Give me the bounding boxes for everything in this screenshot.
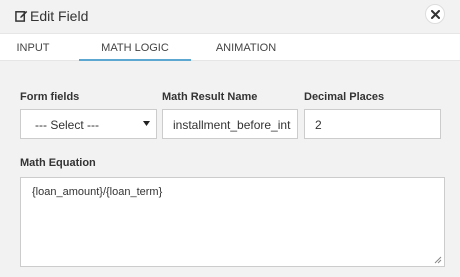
form-fields-label: Form fields [20,91,80,103]
form-fields-select[interactable]: --- Select --- [20,109,157,139]
tab-bar: INPUT MATH LOGIC ANIMATION [0,33,460,62]
close-button[interactable] [425,4,445,24]
tab-math-logic[interactable]: MATH LOGIC [79,34,191,62]
close-icon [431,10,440,19]
decimal-places-value: 2 [315,118,322,132]
result-name-value: installment_before_int [173,118,291,132]
tab-input[interactable]: INPUT [8,34,58,60]
decimal-places-input[interactable]: 2 [304,109,441,139]
resize-grip-icon[interactable] [434,256,442,264]
math-equation-textarea[interactable]: {loan_amount}/{loan_term} [20,177,445,267]
tab-content: Form fields Math Result Name Decimal Pla… [0,61,460,277]
result-name-label: Math Result Name [162,91,258,103]
math-equation-label: Math Equation [20,157,96,169]
edit-icon [15,10,28,22]
math-equation-value: {loan_amount}/{loan_term} [32,186,163,198]
caret-down-icon [143,121,150,126]
dialog-header: Edit Field [0,0,460,33]
dialog-title: Edit Field [30,8,89,24]
result-name-input[interactable]: installment_before_int [162,109,298,139]
form-fields-value: --- Select --- [35,118,99,132]
decimal-places-label: Decimal Places [304,91,385,103]
tab-animation[interactable]: ANIMATION [200,34,292,60]
